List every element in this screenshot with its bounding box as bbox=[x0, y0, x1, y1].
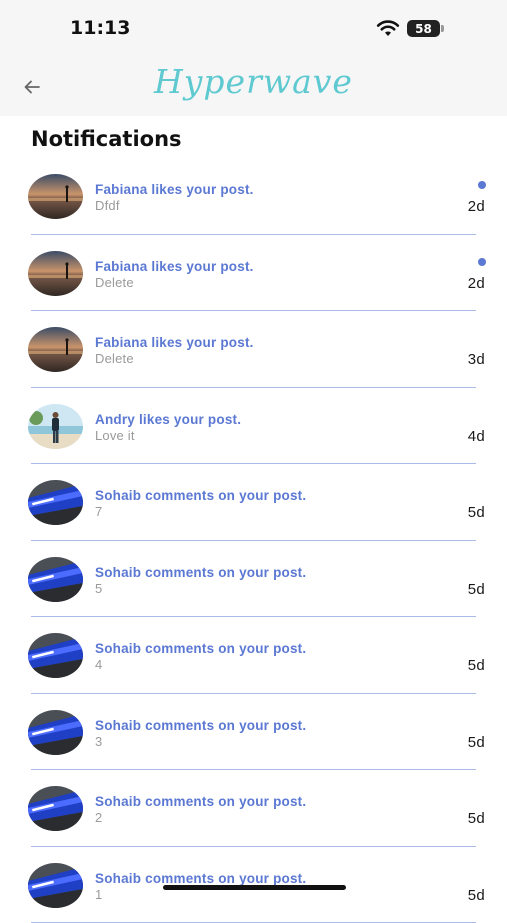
avatar bbox=[28, 327, 83, 372]
notification-title: Fabiana likes your post. bbox=[95, 259, 254, 274]
notification-title: Sohaib comments on your post. bbox=[95, 718, 306, 733]
notification-list: Fabiana likes your post.Dfdf2d Fabiana l… bbox=[0, 158, 507, 923]
notification-title: Andry likes your post. bbox=[95, 412, 241, 427]
notification-item[interactable]: Sohaib comments on your post.4 5d bbox=[0, 617, 507, 694]
notification-subtitle: 7 bbox=[95, 504, 102, 519]
notification-age: 2d bbox=[468, 275, 485, 292]
home-indicator bbox=[163, 885, 346, 890]
status-time: 11:13 bbox=[70, 17, 130, 39]
battery-cap bbox=[441, 25, 444, 32]
notification-subtitle: 1 bbox=[95, 887, 102, 902]
avatar bbox=[28, 251, 83, 296]
notification-subtitle: Love it bbox=[95, 428, 135, 443]
battery-icon: 58 bbox=[407, 20, 440, 37]
notification-subtitle: 5 bbox=[95, 581, 102, 596]
avatar bbox=[28, 557, 83, 602]
notification-subtitle: 4 bbox=[95, 657, 102, 672]
notification-item[interactable]: Sohaib comments on your post.3 5d bbox=[0, 694, 507, 771]
notification-age: 5d bbox=[468, 887, 485, 904]
notification-age: 4d bbox=[468, 428, 485, 445]
notification-subtitle: Delete bbox=[95, 351, 134, 366]
avatar bbox=[28, 710, 83, 755]
notification-age: 2d bbox=[468, 198, 485, 215]
avatar bbox=[28, 786, 83, 831]
avatar bbox=[28, 633, 83, 678]
notification-title: Sohaib comments on your post. bbox=[95, 871, 306, 886]
notification-title: Fabiana likes your post. bbox=[95, 182, 254, 197]
avatar bbox=[28, 863, 83, 908]
notification-age: 5d bbox=[468, 581, 485, 598]
notification-item[interactable]: Sohaib comments on your post.5 5d bbox=[0, 541, 507, 618]
notification-title: Sohaib comments on your post. bbox=[95, 488, 306, 503]
notification-age: 5d bbox=[468, 810, 485, 827]
wifi-icon bbox=[376, 20, 400, 42]
notification-title: Fabiana likes your post. bbox=[95, 335, 254, 350]
notification-title: Sohaib comments on your post. bbox=[95, 565, 306, 580]
notification-title: Sohaib comments on your post. bbox=[95, 794, 306, 809]
avatar bbox=[28, 174, 83, 219]
page-title: Notifications bbox=[31, 127, 182, 151]
notification-subtitle: 2 bbox=[95, 810, 102, 825]
notification-age: 3d bbox=[468, 351, 485, 368]
notification-age: 5d bbox=[468, 734, 485, 751]
notification-age: 5d bbox=[468, 504, 485, 521]
avatar bbox=[28, 404, 83, 449]
unread-dot bbox=[478, 258, 486, 266]
notification-subtitle: 3 bbox=[95, 734, 102, 749]
status-bar: 11:13 58 bbox=[0, 0, 507, 58]
notification-title: Sohaib comments on your post. bbox=[95, 641, 306, 656]
notification-item[interactable]: Fabiana likes your post.Delete 2d bbox=[0, 235, 507, 312]
notification-subtitle: Dfdf bbox=[95, 198, 120, 213]
notification-subtitle: Delete bbox=[95, 275, 134, 290]
app-brand-title: Hyperwave bbox=[0, 62, 507, 101]
notification-item[interactable]: Fabiana likes your post.Dfdf 2d bbox=[0, 158, 507, 235]
avatar bbox=[28, 480, 83, 525]
notification-item[interactable]: Sohaib comments on your post.7 5d bbox=[0, 464, 507, 541]
notification-item[interactable]: Fabiana likes your post.Delete 3d bbox=[0, 311, 507, 388]
notification-item[interactable]: Andry likes your post.Love it 4d bbox=[0, 388, 507, 465]
notification-item[interactable]: Sohaib comments on your post.2 5d bbox=[0, 770, 507, 847]
notification-age: 5d bbox=[468, 657, 485, 674]
unread-dot bbox=[478, 181, 486, 189]
app-bar: Hyperwave bbox=[0, 58, 507, 116]
